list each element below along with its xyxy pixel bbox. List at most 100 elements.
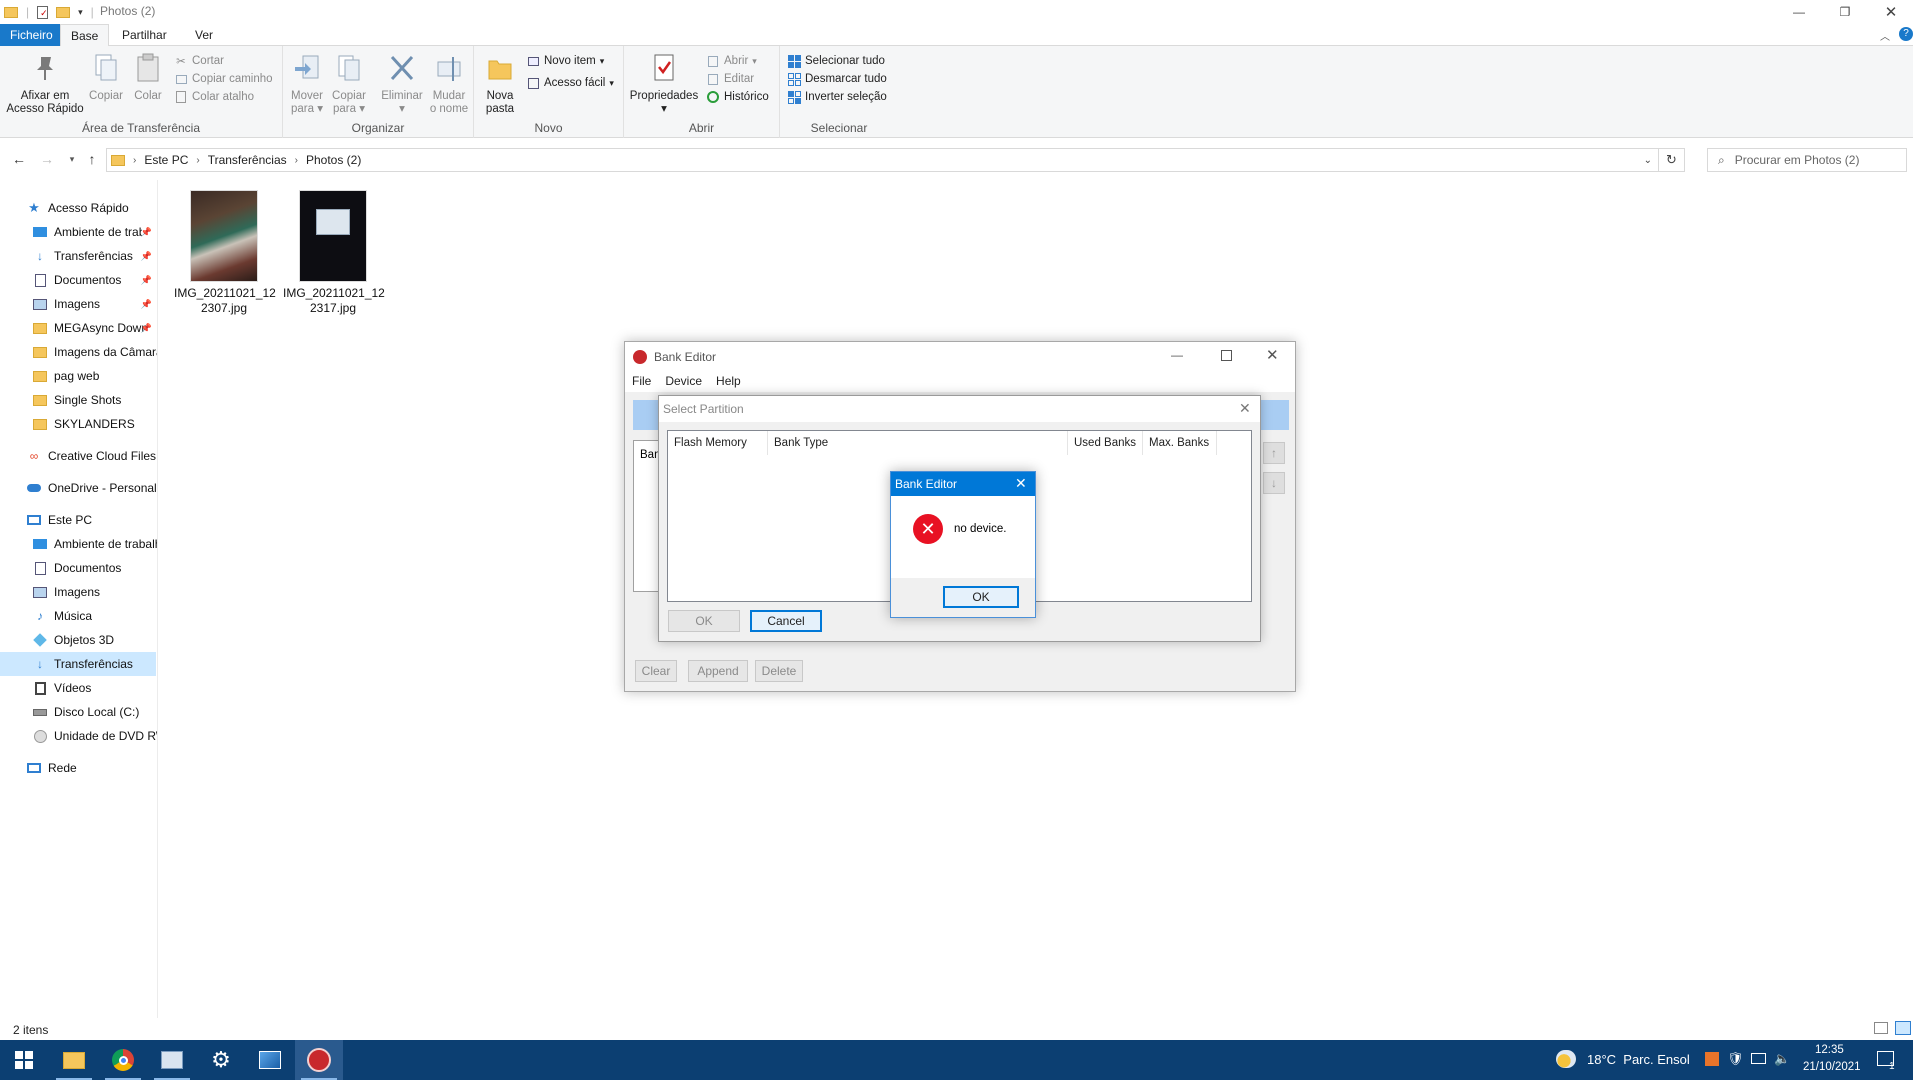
settings-gear-icon[interactable]: ⚙ [197,1040,245,1080]
nav-pc-pictures[interactable]: Imagens [0,580,157,604]
nav-onedrive[interactable]: OneDrive - Personal [0,476,157,500]
minimize-button[interactable]: — [1171,348,1183,362]
chevron-down-icon[interactable]: ▾ [78,7,83,18]
nav-pc-desktop[interactable]: Ambiente de trabalho [0,532,157,556]
breadcrumb-photos[interactable]: Photos (2) [306,153,361,167]
file-item[interactable]: IMG_20211021_12 2307.jpg [174,190,276,316]
rename-button[interactable]: Mudar o nome [427,52,471,116]
menu-file[interactable]: File [625,372,658,392]
volume-icon[interactable]: 🔈 [1774,1051,1790,1067]
copy-path-button[interactable]: Copiar caminho [174,70,273,88]
close-button[interactable]: ✕ [1015,475,1027,492]
nav-pc-music[interactable]: ♪ Música [0,604,157,628]
select-all-button[interactable]: Selecionar tudo [787,52,885,70]
nav-this-pc[interactable]: Este PC [0,508,157,532]
address-dropdown-icon[interactable]: ⌄ [1644,155,1652,166]
collapse-ribbon-icon[interactable]: ︿ [1880,28,1890,43]
invert-selection-button[interactable]: Inverter seleção [787,88,887,106]
file-explorer-taskbar-icon[interactable] [50,1040,98,1080]
move-to-button[interactable]: Mover para ▾ [287,52,327,116]
copy-button[interactable]: Copiar [86,52,126,103]
network-tray-icon[interactable] [1751,1053,1766,1064]
breadcrumb-este-pc[interactable]: Este PC [144,153,188,167]
cut-button[interactable]: ✂ Cortar [174,52,224,70]
nav-pc-videos[interactable]: Vídeos [0,676,157,700]
file-item[interactable]: IMG_20211021_12 2317.jpg [283,190,385,316]
tab-ver[interactable]: Ver [185,24,223,46]
clock-date[interactable]: 21/10/2021 [1803,1061,1861,1073]
nav-quick-pictures[interactable]: Imagens 📌 [0,292,157,316]
windows-start-button[interactable] [0,1040,48,1080]
security-shield-icon[interactable]: 🛡 [1727,1051,1744,1067]
properties-icon[interactable]: ✓ [37,5,49,19]
close-button[interactable]: ✕ [1266,346,1279,364]
tab-partilhar[interactable]: Partilhar [112,24,177,46]
column-flash-memory[interactable]: Flash Memory [668,431,768,455]
message-ok-button[interactable]: OK [943,586,1019,608]
properties-button[interactable]: Propriedades ▾ [628,52,700,116]
new-folder-button[interactable]: Nova pasta [480,52,520,116]
edit-button[interactable]: Editar [706,70,754,88]
menu-help[interactable]: Help [709,372,748,392]
move-up-button[interactable]: ↑ [1263,442,1285,464]
menu-device[interactable]: Device [658,372,709,392]
close-button[interactable]: ✕ [1239,400,1251,417]
nav-quick-skylanders[interactable]: SKYLANDERS [0,412,157,436]
weather-icon[interactable] [1556,1050,1576,1068]
help-icon[interactable]: ? [1899,27,1913,41]
details-view-icon[interactable] [1874,1022,1888,1034]
delete-button[interactable]: Eliminar ▾ [379,52,425,116]
clock-time[interactable]: 12:35 [1815,1044,1844,1056]
refresh-button[interactable]: ↻ [1659,148,1685,172]
nav-quick-pag-web[interactable]: pag web [0,364,157,388]
nav-quick-megasync[interactable]: MEGAsync Downloads 📌 [0,316,157,340]
back-arrow-icon[interactable]: ← [9,150,29,168]
column-max-banks[interactable]: Max. Banks [1143,431,1217,455]
partition-cancel-button[interactable]: Cancel [750,610,822,632]
close-button[interactable]: ✕ [1868,0,1913,24]
nav-quick-downloads[interactable]: ↓ Transferências 📌 [0,244,157,268]
tray-app-icon[interactable] [1705,1052,1719,1066]
chrome-taskbar-icon[interactable] [99,1040,147,1080]
tab-base[interactable]: Base [60,24,110,47]
nav-quick-access[interactable]: ★ Acesso Rápido [0,196,157,220]
move-down-button[interactable]: ↓ [1263,472,1285,494]
large-icons-view-icon[interactable] [1895,1021,1911,1035]
nav-pc-dvd[interactable]: Unidade de DVD RW [0,724,157,748]
partition-ok-button[interactable]: OK [668,610,740,632]
paste-button[interactable]: Colar [128,52,168,103]
nav-quick-documents[interactable]: Documentos 📌 [0,268,157,292]
photos-taskbar-icon[interactable] [246,1040,294,1080]
recent-locations-icon[interactable]: ▾ [62,150,82,168]
folder-icon[interactable] [4,6,18,18]
column-bank-type[interactable]: Bank Type [768,431,1068,455]
select-none-button[interactable]: Desmarcar tudo [787,70,887,88]
address-bar[interactable]: › Este PC › Transferências › Photos (2) … [106,148,1659,172]
new-folder-icon[interactable] [56,6,71,18]
forward-arrow-icon[interactable]: → [37,150,57,168]
column-used-banks[interactable]: Used Banks [1068,431,1143,455]
nav-pc-local-disk[interactable]: Disco Local (C:) [0,700,157,724]
nav-pc-documents[interactable]: Documentos [0,556,157,580]
history-button[interactable]: Histórico [706,88,769,106]
restore-button[interactable]: ❐ [1822,0,1868,24]
bank-editor-taskbar-icon[interactable] [295,1040,343,1080]
nav-creative-cloud[interactable]: ∞ Creative Cloud Files [0,444,157,468]
nav-pc-3d-objects[interactable]: Objetos 3D [0,628,157,652]
append-button[interactable]: Append [688,660,748,682]
open-button[interactable]: Abrir ▾ [706,52,757,70]
nav-network[interactable]: Rede [0,756,157,780]
delete-button[interactable]: Delete [755,660,803,682]
app-window-taskbar-icon[interactable] [148,1040,196,1080]
easy-access-button[interactable]: Acesso fácil ▾ [526,74,614,92]
minimize-button[interactable]: — [1776,0,1822,24]
nav-quick-desktop[interactable]: Ambiente de trabalho 📌 [0,220,157,244]
breadcrumb-transferencias[interactable]: Transferências [208,153,287,167]
maximize-button[interactable] [1221,350,1232,361]
pin-quick-access-button[interactable]: Afixar em Acesso Rápido [6,52,84,116]
tab-ficheiro[interactable]: Ficheiro [0,24,63,46]
search-input[interactable]: ⌕ Procurar em Photos (2) [1707,148,1907,172]
clear-button[interactable]: Clear [635,660,677,682]
new-item-button[interactable]: Novo item ▾ [526,52,604,70]
nav-quick-single-shots[interactable]: Single Shots [0,388,157,412]
